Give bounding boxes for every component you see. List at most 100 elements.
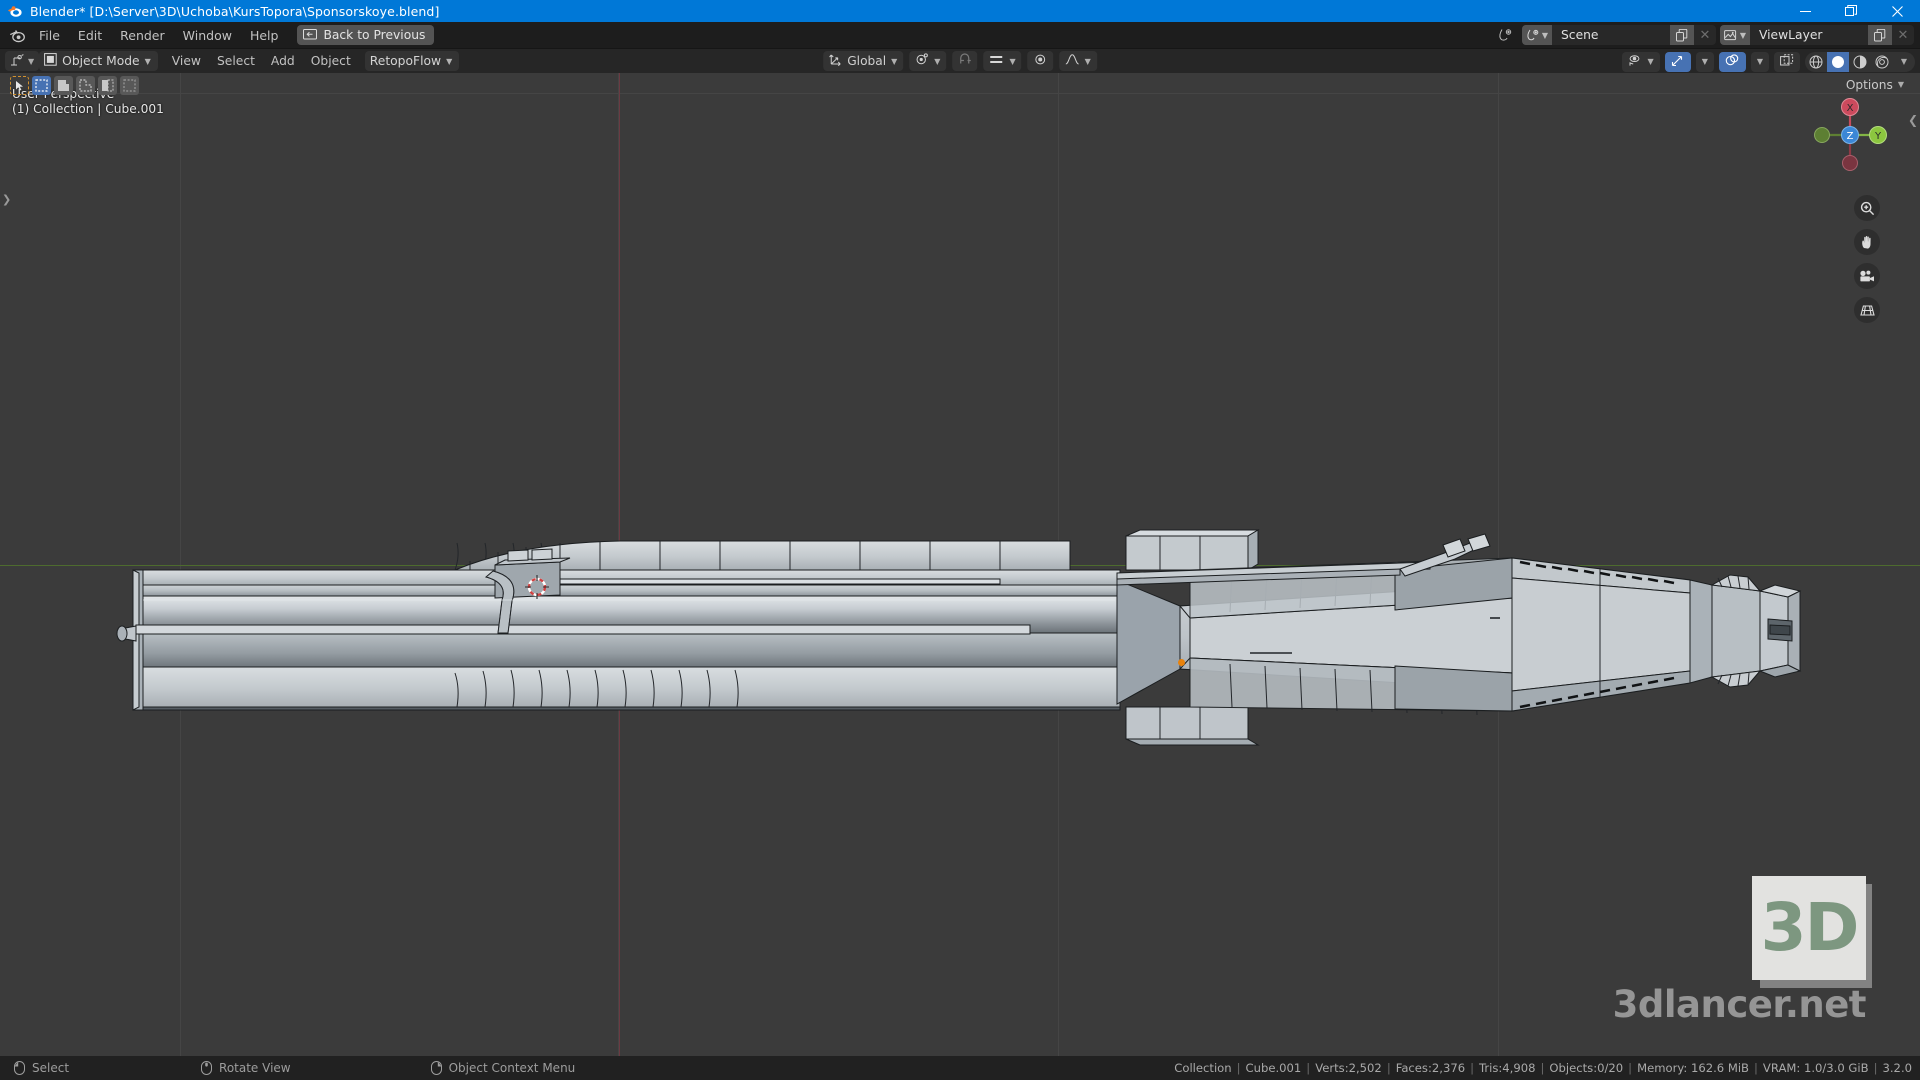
viewport-shading-modes[interactable]: ▼ xyxy=(1805,51,1915,72)
view-layer-icon[interactable]: ▼ xyxy=(1720,25,1750,45)
show-hide-icon xyxy=(1628,54,1643,70)
proportional-editing-toggle[interactable] xyxy=(1027,51,1054,71)
gizmo-toggle[interactable] xyxy=(1664,51,1691,72)
pivot-median-icon xyxy=(915,53,929,69)
stat-object: Cube.001 xyxy=(1245,1061,1302,1075)
viewport-menu-view[interactable]: View xyxy=(164,51,209,71)
blender-topbar: File Edit Render Window Help Back to Pre… xyxy=(0,22,1920,48)
proportional-falloff-selector[interactable]: ▼ xyxy=(1059,51,1097,71)
viewport-header: ▼ Object Mode ▼ View Select Add Object R… xyxy=(0,48,1920,73)
duplicate-icon[interactable] xyxy=(1670,25,1694,45)
viewport-menu-add[interactable]: Add xyxy=(263,51,303,71)
snap-controls[interactable] xyxy=(952,51,978,71)
transform-orientation-label: Global xyxy=(847,54,887,68)
menu-file[interactable]: File xyxy=(30,25,69,45)
chevron-down-icon: ▼ xyxy=(891,56,898,66)
proportional-edit-icon xyxy=(1034,53,1048,69)
camera-view-icon[interactable] xyxy=(1854,263,1880,289)
select-circle-icon[interactable] xyxy=(54,75,73,95)
scene-icon[interactable]: ▼ xyxy=(1522,25,1552,45)
menu-render[interactable]: Render xyxy=(111,25,174,45)
retopoflow-menu[interactable]: RetopoFlow ▼ xyxy=(364,51,460,71)
xray-icon xyxy=(1780,53,1794,70)
menu-window[interactable]: Window xyxy=(174,25,241,45)
stat-objects: Objects:0/20 xyxy=(1549,1061,1624,1075)
scene-statistics-icon[interactable] xyxy=(1492,25,1518,45)
back-arrow-icon xyxy=(303,28,318,42)
duplicate-icon[interactable] xyxy=(1868,25,1892,45)
viewport-nav-buttons xyxy=(1854,195,1880,323)
menu-edit[interactable]: Edit xyxy=(69,25,111,45)
navigation-gizmo[interactable]: X Y Z xyxy=(1808,93,1892,177)
overlays-options-dropdown[interactable]: ▼ xyxy=(1750,51,1769,72)
rendered-icon[interactable] xyxy=(1871,52,1893,72)
status-keymap-label: Select xyxy=(32,1061,70,1075)
viewport-menu-object[interactable]: Object xyxy=(303,51,359,71)
menu-help[interactable]: Help xyxy=(241,25,288,45)
mode-selector[interactable]: Object Mode ▼ xyxy=(39,51,158,71)
solid-icon[interactable] xyxy=(1827,51,1849,72)
status-keymap-select: Select xyxy=(14,1061,69,1075)
window-titlebar: Blender* [D:\Server\3D\Uchoba\KursTopora… xyxy=(0,0,1920,22)
back-to-previous-button[interactable]: Back to Previous xyxy=(297,25,435,45)
3d-cursor-icon xyxy=(525,575,549,599)
chevron-down-icon: ▼ xyxy=(446,56,453,66)
mode-label: Object Mode xyxy=(62,54,140,68)
3d-viewport[interactable]: Options ▼ User Perspective (1) Collectio… xyxy=(0,73,1920,1056)
viewport-menu-select[interactable]: Select xyxy=(209,51,263,71)
retopoflow-label: RetopoFlow xyxy=(369,54,442,68)
minimize-icon[interactable] xyxy=(1782,0,1828,22)
sidebar-collapse-icon[interactable]: ❮ xyxy=(1908,113,1918,127)
material-preview-icon[interactable] xyxy=(1849,52,1871,72)
watermark-logo-box: 3D xyxy=(1752,876,1866,980)
toggle-ortho-icon[interactable] xyxy=(1854,297,1880,323)
watermark: 3D 3dlancer.net xyxy=(1613,876,1872,1026)
viewport-toolbar: Options ▼ xyxy=(0,73,1920,97)
chevron-down-icon: ▼ xyxy=(1701,57,1708,66)
scene-remove-icon[interactable]: ✕ xyxy=(1694,25,1716,45)
stat-vram: VRAM: 1.0/3.0 GiB xyxy=(1762,1061,1869,1075)
3d-model-object[interactable] xyxy=(0,73,1920,1056)
chevron-down-icon: ▼ xyxy=(1009,56,1016,66)
stat-verts: Verts:2,502 xyxy=(1315,1061,1382,1075)
viewlayer-remove-icon[interactable]: ✕ xyxy=(1892,25,1914,45)
chevron-down-icon: ▼ xyxy=(1541,30,1549,40)
viewport-options-button[interactable]: Options ▼ xyxy=(1840,75,1910,94)
viewlayer-name[interactable]: ViewLayer xyxy=(1750,25,1868,45)
stat-tris: Tris:4,908 xyxy=(1478,1061,1536,1075)
select-box-icon[interactable] xyxy=(32,75,51,95)
overlays-toggle[interactable] xyxy=(1718,51,1746,72)
status-keymap-label: Object Context Menu xyxy=(448,1061,576,1075)
xray-toggle[interactable] xyxy=(1774,51,1800,72)
tweak-tool-icon[interactable] xyxy=(10,75,29,95)
toolbar-expand-arrow-icon[interactable]: ❯ xyxy=(2,193,11,206)
stat-faces: Faces:2,376 xyxy=(1395,1061,1466,1075)
magnet-icon[interactable] xyxy=(958,53,971,69)
viewport-display-controls: ▼ ▼ ▼ ▼ xyxy=(1621,49,1915,74)
select-box-alt-icon[interactable] xyxy=(120,75,139,95)
restore-icon[interactable] xyxy=(1828,0,1874,22)
select-lasso-icon[interactable] xyxy=(76,75,95,95)
falloff-smooth-icon xyxy=(1066,53,1080,69)
blender-logo-icon[interactable] xyxy=(4,22,30,48)
snap-to-selector[interactable]: ▼ xyxy=(983,51,1022,71)
transform-orientation-selector[interactable]: Global ▼ xyxy=(823,51,904,71)
mouse-right-icon xyxy=(430,1061,442,1075)
gizmo-options-dropdown[interactable]: ▼ xyxy=(1695,51,1714,72)
wireframe-icon[interactable] xyxy=(1805,52,1827,72)
close-icon[interactable] xyxy=(1874,0,1920,22)
pivot-point-selector[interactable]: ▼ xyxy=(909,51,947,71)
shading-options-dropdown[interactable]: ▼ xyxy=(1893,52,1915,72)
zoom-icon[interactable] xyxy=(1854,195,1880,221)
chevron-down-icon: ▼ xyxy=(28,56,35,66)
chevron-down-icon: ▼ xyxy=(1739,30,1747,40)
cursor-tool-icon[interactable] xyxy=(98,75,117,95)
object-visibility-selector[interactable]: ▼ xyxy=(1621,51,1660,72)
pan-hand-icon[interactable] xyxy=(1854,229,1880,255)
chevron-down-icon: ▼ xyxy=(1084,56,1091,66)
chevron-down-icon: ▼ xyxy=(144,56,151,66)
scene-selector[interactable]: ▼ Scene ✕ xyxy=(1522,25,1716,45)
scene-name[interactable]: Scene xyxy=(1552,25,1670,45)
editor-type-icon[interactable]: ▼ xyxy=(5,51,40,71)
viewlayer-selector[interactable]: ▼ ViewLayer ✕ xyxy=(1720,25,1914,45)
